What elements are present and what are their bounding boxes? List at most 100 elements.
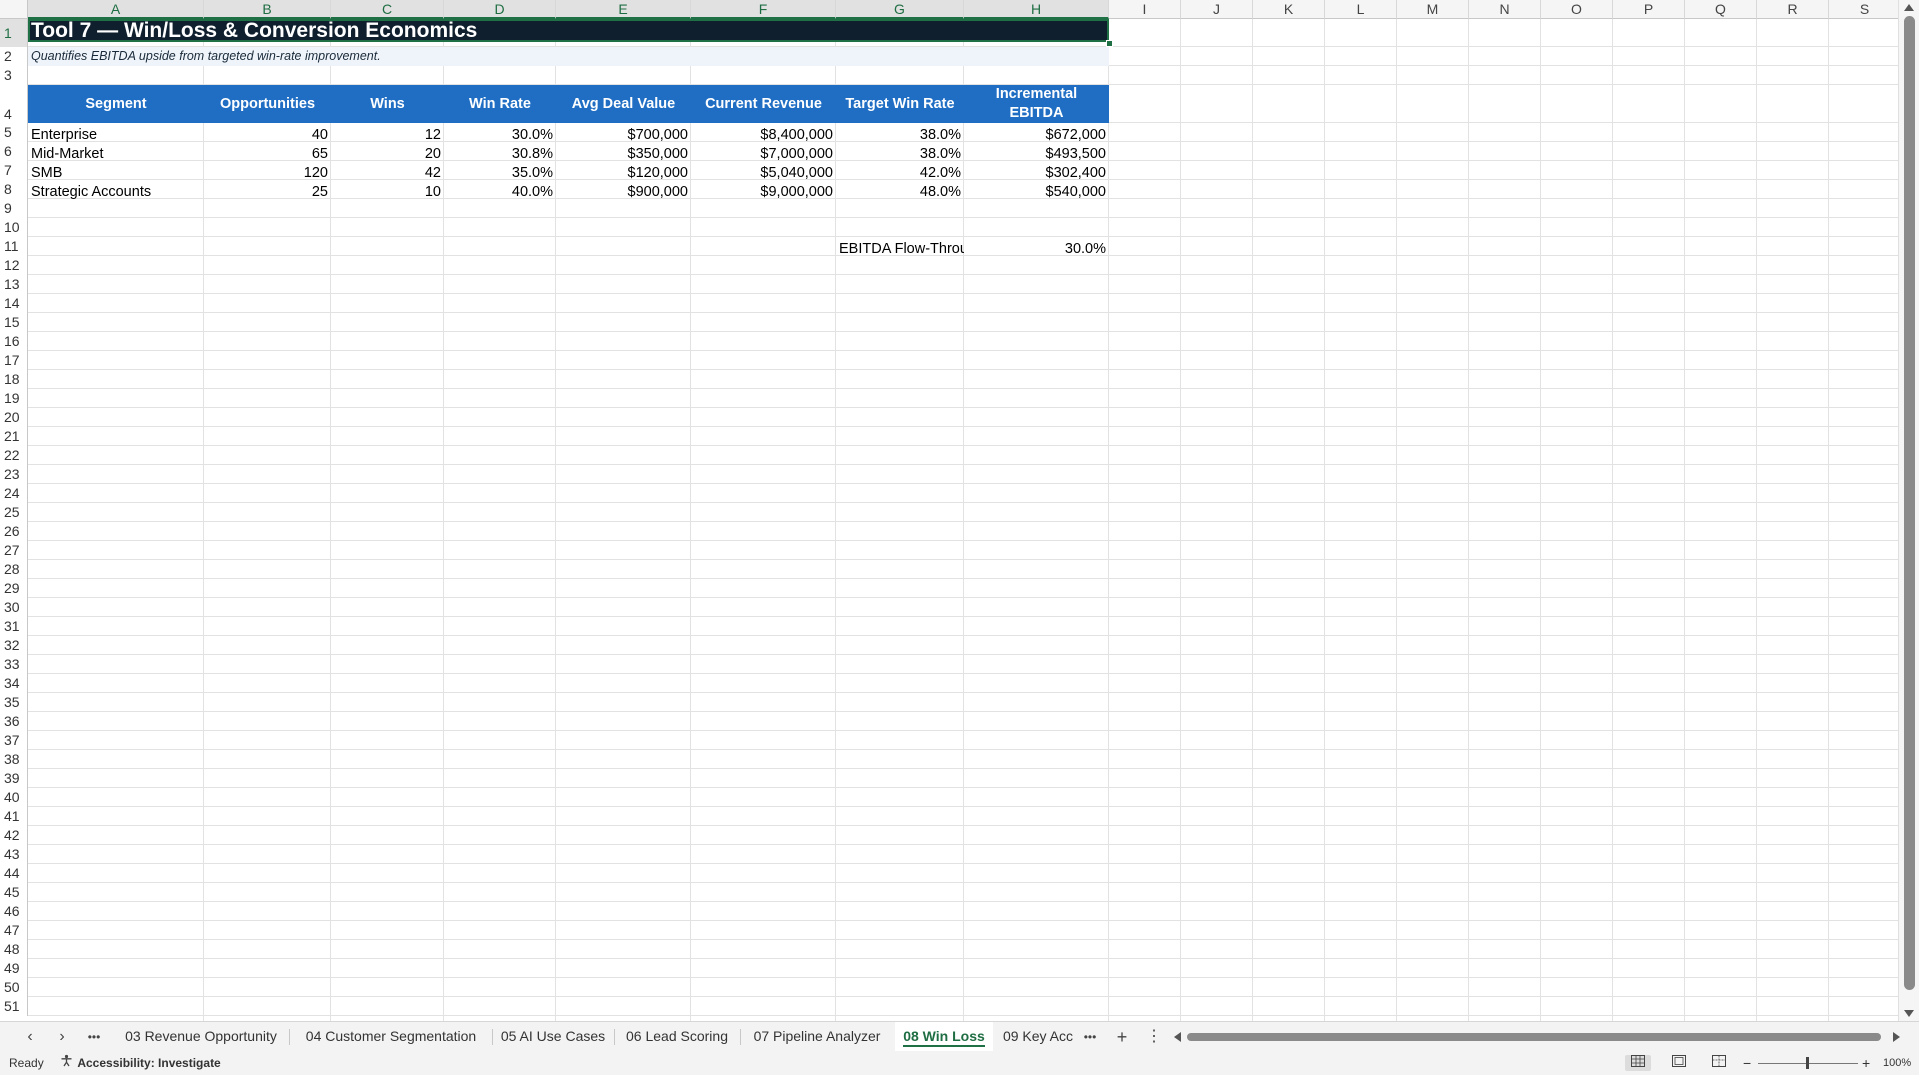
header-incremental-ebitda[interactable]: Incremental EBITDA xyxy=(964,85,1109,123)
zoom-slider-thumb[interactable] xyxy=(1806,1057,1809,1069)
tab-win-loss[interactable]: 08 Win Loss xyxy=(895,1022,993,1051)
tab-key-accounts[interactable]: 09 Key Acc xyxy=(996,1022,1080,1051)
column-header[interactable]: H xyxy=(964,0,1109,19)
row-header[interactable]: 11 xyxy=(0,237,28,256)
column-header[interactable]: Q xyxy=(1685,0,1757,19)
cell-wins[interactable]: 42 xyxy=(331,164,444,183)
row-header[interactable]: 5 xyxy=(0,123,28,142)
page-break-view-icon[interactable] xyxy=(1706,1055,1732,1071)
cell-incremental-ebitda[interactable]: $302,400 xyxy=(964,164,1109,183)
row-header[interactable]: 51 xyxy=(0,997,28,1016)
cell-target-win-rate[interactable]: 42.0% xyxy=(836,164,964,183)
row-header[interactable]: 41 xyxy=(0,807,28,826)
ebitda-flow-through-label[interactable]: EBITDA Flow-Throu xyxy=(836,240,964,259)
cell-segment[interactable]: Enterprise xyxy=(28,126,204,145)
row-header[interactable]: 6 xyxy=(0,142,28,161)
tab-revenue-opportunity[interactable]: 03 Revenue Opportunity xyxy=(114,1022,288,1051)
row-header[interactable]: 42 xyxy=(0,826,28,845)
cell-incremental-ebitda[interactable]: $672,000 xyxy=(964,126,1109,145)
row-header[interactable]: 36 xyxy=(0,712,28,731)
row-header[interactable]: 49 xyxy=(0,959,28,978)
row-header[interactable]: 12 xyxy=(0,256,28,275)
column-header[interactable]: D xyxy=(444,0,556,19)
row-header[interactable]: 1 xyxy=(0,19,28,47)
cell-opportunities[interactable]: 120 xyxy=(204,164,331,183)
row-header[interactable]: 34 xyxy=(0,674,28,693)
column-header[interactable]: O xyxy=(1541,0,1613,19)
cell-win-rate[interactable]: 40.0% xyxy=(444,183,556,202)
horizontal-scrollbar[interactable] xyxy=(1172,1031,1902,1043)
chevron-right-icon[interactable]: › xyxy=(50,1026,74,1048)
header-opportunities[interactable]: Opportunities xyxy=(204,85,331,123)
row-header[interactable]: 32 xyxy=(0,636,28,655)
row-header[interactable]: 20 xyxy=(0,408,28,427)
row-header[interactable]: 15 xyxy=(0,313,28,332)
row-header[interactable]: 16 xyxy=(0,332,28,351)
row-header[interactable]: 8 xyxy=(0,180,28,199)
cell-opportunities[interactable]: 25 xyxy=(204,183,331,202)
cell-target-win-rate[interactable]: 38.0% xyxy=(836,145,964,164)
row-header[interactable]: 27 xyxy=(0,541,28,560)
row-header[interactable]: 35 xyxy=(0,693,28,712)
row-header[interactable]: 10 xyxy=(0,218,28,237)
row-header[interactable]: 47 xyxy=(0,921,28,940)
normal-view-icon[interactable] xyxy=(1625,1055,1651,1071)
accessibility-status[interactable]: Accessibility: Investigate xyxy=(60,1051,221,1075)
zoom-in-button[interactable]: + xyxy=(1862,1051,1870,1075)
column-header[interactable]: F xyxy=(691,0,836,19)
cell-current-revenue[interactable]: $5,040,000 xyxy=(691,164,836,183)
cell-avg-deal-value[interactable]: $700,000 xyxy=(556,126,691,145)
cell-avg-deal-value[interactable]: $350,000 xyxy=(556,145,691,164)
more-tabs-left-icon[interactable]: ••• xyxy=(82,1026,106,1048)
row-header[interactable]: 7 xyxy=(0,161,28,180)
cell-win-rate[interactable]: 30.0% xyxy=(444,126,556,145)
tab-ai-use-cases[interactable]: 05 AI Use Cases xyxy=(493,1022,613,1051)
row-header[interactable]: 26 xyxy=(0,522,28,541)
column-header[interactable]: N xyxy=(1469,0,1541,19)
add-sheet-button[interactable]: + xyxy=(1110,1026,1134,1048)
spreadsheet-grid[interactable]: ABCDEFGHIJKLMNOPQRS 1 2 3 4 5 6 7 8 9 10 11 12 13 14 1… xyxy=(0,0,1919,1021)
row-header[interactable]: 29 xyxy=(0,579,28,598)
row-header[interactable]: 21 xyxy=(0,427,28,446)
cell-incremental-ebitda[interactable]: $493,500 xyxy=(964,145,1109,164)
column-header[interactable]: S xyxy=(1829,0,1901,19)
ebitda-flow-through-value[interactable]: 30.0% xyxy=(964,240,1109,259)
row-header[interactable]: 39 xyxy=(0,769,28,788)
cell-avg-deal-value[interactable]: $900,000 xyxy=(556,183,691,202)
header-win-rate[interactable]: Win Rate xyxy=(444,85,556,123)
row-header[interactable]: 28 xyxy=(0,560,28,579)
row-header[interactable]: 37 xyxy=(0,731,28,750)
cell-target-win-rate[interactable]: 48.0% xyxy=(836,183,964,202)
row-header[interactable]: 19 xyxy=(0,389,28,408)
row-header[interactable]: 4 xyxy=(0,85,28,123)
row-header[interactable]: 25 xyxy=(0,503,28,522)
column-header[interactable]: G xyxy=(836,0,964,19)
cell-segment[interactable]: SMB xyxy=(28,164,204,183)
row-header[interactable]: 33 xyxy=(0,655,28,674)
header-wins[interactable]: Wins xyxy=(331,85,444,123)
scroll-left-icon[interactable] xyxy=(1174,1032,1181,1042)
horizontal-scroll-thumb[interactable] xyxy=(1187,1033,1881,1041)
row-header[interactable]: 18 xyxy=(0,370,28,389)
cell-current-revenue[interactable]: $7,000,000 xyxy=(691,145,836,164)
cell-opportunities[interactable]: 40 xyxy=(204,126,331,145)
fill-handle[interactable] xyxy=(1106,40,1113,47)
cell-wins[interactable]: 20 xyxy=(331,145,444,164)
zoom-out-button[interactable]: − xyxy=(1743,1051,1751,1075)
cell-target-win-rate[interactable]: 38.0% xyxy=(836,126,964,145)
header-avg-deal-value[interactable]: Avg Deal Value xyxy=(556,85,691,123)
column-header[interactable]: B xyxy=(204,0,331,19)
column-header[interactable]: I xyxy=(1109,0,1181,19)
header-target-win-rate[interactable]: Target Win Rate xyxy=(836,85,964,123)
header-segment[interactable]: Segment xyxy=(28,85,204,123)
scroll-right-icon[interactable] xyxy=(1893,1032,1900,1042)
row-header[interactable]: 44 xyxy=(0,864,28,883)
scroll-down-icon[interactable] xyxy=(1904,1010,1914,1017)
cell-wins[interactable]: 10 xyxy=(331,183,444,202)
row-header[interactable]: 9 xyxy=(0,199,28,218)
column-header[interactable]: M xyxy=(1397,0,1469,19)
row-header[interactable]: 3 xyxy=(0,66,28,85)
vertical-scrollbar[interactable] xyxy=(1898,0,1919,1021)
column-header[interactable]: E xyxy=(556,0,691,19)
row-header[interactable]: 43 xyxy=(0,845,28,864)
